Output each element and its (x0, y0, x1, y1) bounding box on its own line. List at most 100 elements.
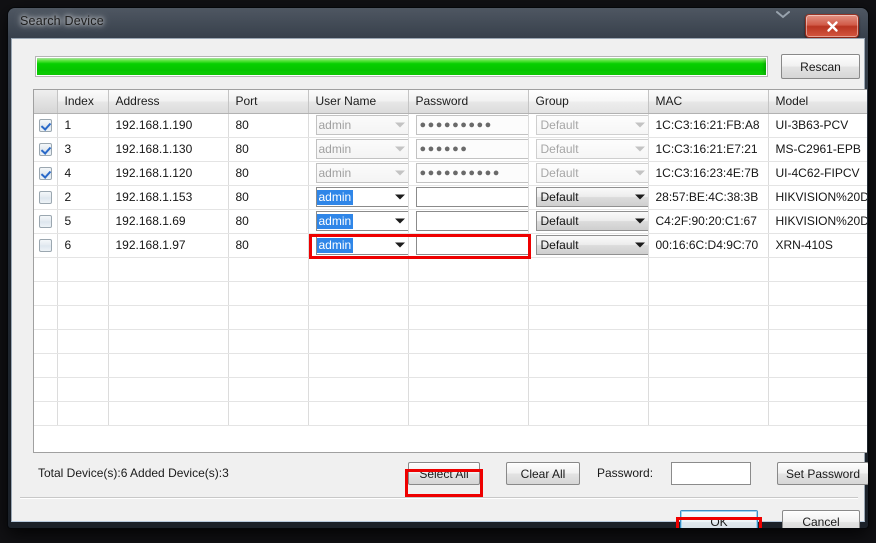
password-field[interactable]: ●●●●●●●●●● (415, 163, 527, 183)
cell-username[interactable]: admin (308, 233, 409, 258)
cell-group[interactable]: Default (528, 113, 649, 138)
device-table-container[interactable]: Index Address Port User Name Password Gr… (33, 89, 867, 453)
password-field[interactable] (415, 187, 527, 207)
table-row[interactable]: 5 192.168.1.69 80 admin Default C4:2F:90:20:C… (34, 209, 867, 234)
set-password-button[interactable]: Set Password (777, 462, 868, 485)
column-header-port[interactable]: Port (228, 90, 309, 114)
checkbox-checked-icon[interactable] (38, 119, 52, 133)
cell-model: HIKVISION%20D (768, 209, 867, 234)
close-button[interactable] (805, 14, 859, 38)
password-field[interactable] (415, 211, 527, 231)
desktop-backdrop: Search Device Rescan Index Address Port … (0, 0, 876, 543)
username-combobox[interactable]: admin (315, 163, 407, 183)
row-select-cell[interactable] (34, 233, 58, 258)
row-select-cell[interactable] (34, 113, 58, 138)
username-combobox[interactable]: admin (315, 187, 407, 207)
column-header-index[interactable]: Index (57, 90, 109, 114)
cell-group[interactable]: Default (528, 233, 649, 258)
cell-empty (308, 329, 409, 354)
group-combobox[interactable]: Default (535, 211, 647, 231)
username-combobox[interactable]: admin (315, 115, 407, 135)
device-count-status: Total Device(s):6 Added Device(s):3 (38, 466, 229, 480)
column-header-address[interactable]: Address (108, 90, 229, 114)
cell-username[interactable]: admin (308, 137, 409, 162)
password-field[interactable]: ●●●●●●●●● (415, 115, 527, 135)
username-combobox[interactable]: admin (315, 211, 407, 231)
group-combobox[interactable]: Default (535, 139, 647, 159)
chevron-down-icon[interactable] (634, 194, 645, 200)
password-field[interactable]: ●●●●●● (415, 139, 527, 159)
cell-group[interactable]: Default (528, 209, 649, 234)
password-input[interactable] (671, 462, 751, 485)
chevron-down-icon[interactable] (634, 170, 645, 176)
group-combobox[interactable]: Default (535, 115, 647, 135)
group-combobox[interactable]: Default (535, 163, 647, 183)
row-select-cell[interactable] (34, 161, 58, 186)
column-header-model[interactable]: Model (768, 90, 867, 114)
cancel-button[interactable]: Cancel (782, 510, 860, 528)
cell-group[interactable]: Default (528, 137, 649, 162)
clear-all-button[interactable]: Clear All (506, 462, 580, 485)
password-masked-value: ●●●●●●●●●● (419, 166, 501, 179)
table-row-empty (34, 305, 867, 330)
select-all-button[interactable]: Select All (408, 462, 480, 485)
checkbox-checked-icon[interactable] (38, 143, 52, 157)
table-row[interactable]: 2 192.168.1.153 80 admin Default 28:57:BE:4C:… (34, 185, 867, 210)
cell-username[interactable]: admin (308, 161, 409, 186)
cell-password[interactable]: ●●●●●●●●● (408, 113, 529, 138)
cell-address: 192.168.1.97 (108, 233, 229, 258)
username-combobox[interactable]: admin (315, 235, 407, 255)
row-select-cell[interactable] (34, 185, 58, 210)
cell-username[interactable]: admin (308, 185, 409, 210)
row-select-cell[interactable] (34, 137, 58, 162)
window-titlebar[interactable]: Search Device (8, 8, 868, 38)
cell-empty (648, 353, 769, 378)
chevron-down-icon[interactable] (394, 242, 405, 248)
username-value: admin (316, 237, 354, 253)
chevron-down-icon[interactable] (394, 218, 405, 224)
column-header-username[interactable]: User Name (308, 90, 409, 114)
chevron-down-icon[interactable] (394, 170, 405, 176)
cell-group[interactable]: Default (528, 185, 649, 210)
table-row[interactable]: 1 192.168.1.190 80 admin ●●●●●●●●● Default 1C:… (34, 113, 867, 138)
column-header-mac[interactable]: MAC (648, 90, 769, 114)
cell-password[interactable]: ●●●●●● (408, 137, 529, 162)
username-combobox[interactable]: admin (315, 139, 407, 159)
chevron-down-icon[interactable] (394, 146, 405, 152)
checkbox-unchecked-icon[interactable] (38, 215, 52, 229)
cell-password[interactable] (408, 233, 529, 258)
cell-password[interactable] (408, 185, 529, 210)
cell-port: 80 (228, 113, 309, 138)
rescan-button[interactable]: Rescan (781, 54, 860, 79)
cell-index: 6 (57, 233, 109, 258)
table-row[interactable]: 3 192.168.1.130 80 admin ●●●●●● Default 1C:C3:… (34, 137, 867, 162)
group-combobox[interactable]: Default (535, 235, 647, 255)
cell-username[interactable]: admin (308, 209, 409, 234)
column-header-group[interactable]: Group (528, 90, 649, 114)
ok-button[interactable]: OK (680, 510, 758, 528)
chevron-down-icon[interactable] (394, 194, 405, 200)
cell-empty (228, 377, 309, 402)
cell-empty (228, 401, 309, 426)
chevron-down-icon[interactable] (634, 242, 645, 248)
column-header-checkbox[interactable] (34, 90, 58, 114)
cell-password[interactable]: ●●●●●●●●●● (408, 161, 529, 186)
table-row[interactable]: 6 192.168.1.97 80 admin Default 00:16:6C:D4:9… (34, 233, 867, 258)
checkbox-unchecked-icon[interactable] (38, 239, 52, 253)
chevron-down-icon[interactable] (634, 218, 645, 224)
cell-model: XRN-410S (768, 233, 867, 258)
chevron-down-icon[interactable] (394, 122, 405, 128)
checkbox-unchecked-icon[interactable] (38, 191, 52, 205)
cell-group[interactable]: Default (528, 161, 649, 186)
password-field[interactable] (415, 235, 527, 255)
group-combobox[interactable]: Default (535, 187, 647, 207)
chevron-down-icon[interactable] (634, 146, 645, 152)
table-row[interactable]: 4 192.168.1.120 80 admin ●●●●●●●●●● Default 1C… (34, 161, 867, 186)
column-header-password[interactable]: Password (408, 90, 529, 114)
chevron-down-icon[interactable] (634, 122, 645, 128)
cell-username[interactable]: admin (308, 113, 409, 138)
row-select-cell[interactable] (34, 209, 58, 234)
footer-toolbar: Total Device(s):6 Added Device(s):3 Sele… (12, 457, 868, 493)
checkbox-checked-icon[interactable] (38, 167, 52, 181)
cell-password[interactable] (408, 209, 529, 234)
